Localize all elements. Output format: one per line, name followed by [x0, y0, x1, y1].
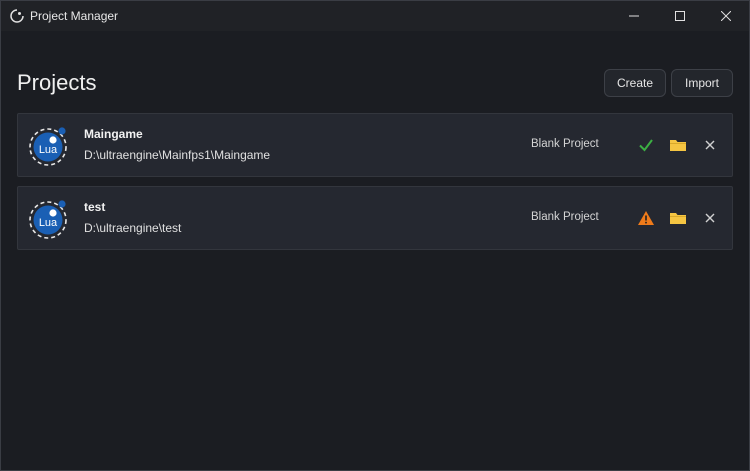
project-name: test	[84, 200, 106, 214]
window-controls	[611, 1, 749, 31]
lua-project-icon: Lua	[29, 127, 67, 166]
project-template: Blank Project	[531, 138, 599, 150]
maximize-button[interactable]	[657, 1, 703, 31]
project-manager-window: Project Manager Projects Create Import L…	[0, 0, 750, 471]
project-template: Blank Project	[531, 211, 599, 223]
remove-project-button[interactable]	[704, 212, 716, 224]
remove-project-button[interactable]	[704, 139, 716, 151]
minimize-button[interactable]	[611, 1, 657, 31]
lua-label: Lua	[39, 144, 58, 156]
warning-icon	[638, 211, 654, 225]
window-title: Project Manager	[30, 9, 119, 23]
maximize-icon	[675, 11, 685, 21]
project-path: D:\ultraengine\Mainfps1\Maingame	[84, 148, 271, 162]
project-item-test[interactable]: Lua test D:\ultraengine\test Blank Proje…	[17, 186, 733, 250]
project-path: D:\ultraengine\test	[84, 221, 182, 235]
project-name: Maingame	[84, 127, 143, 141]
create-button[interactable]: Create	[604, 69, 666, 97]
open-folder-button[interactable]	[669, 137, 687, 153]
lua-project-icon: Lua	[29, 200, 67, 239]
checkmark-icon	[639, 139, 653, 152]
title-bar[interactable]: Project Manager	[1, 1, 749, 31]
page-title: Projects	[17, 70, 97, 95]
close-button[interactable]	[703, 1, 749, 31]
project-item-maingame[interactable]: Lua Maingame D:\ultraengine\Mainfps1\Mai…	[17, 113, 733, 177]
open-folder-button[interactable]	[669, 210, 687, 226]
header-row: Projects Create Import	[17, 31, 733, 113]
import-button[interactable]: Import	[671, 69, 733, 97]
main-content: Projects Create Import Lua Maingame D:\u…	[1, 31, 749, 250]
minimize-icon	[629, 15, 639, 17]
app-logo-icon	[10, 9, 24, 23]
close-icon	[721, 11, 731, 21]
lua-label: Lua	[39, 217, 58, 229]
